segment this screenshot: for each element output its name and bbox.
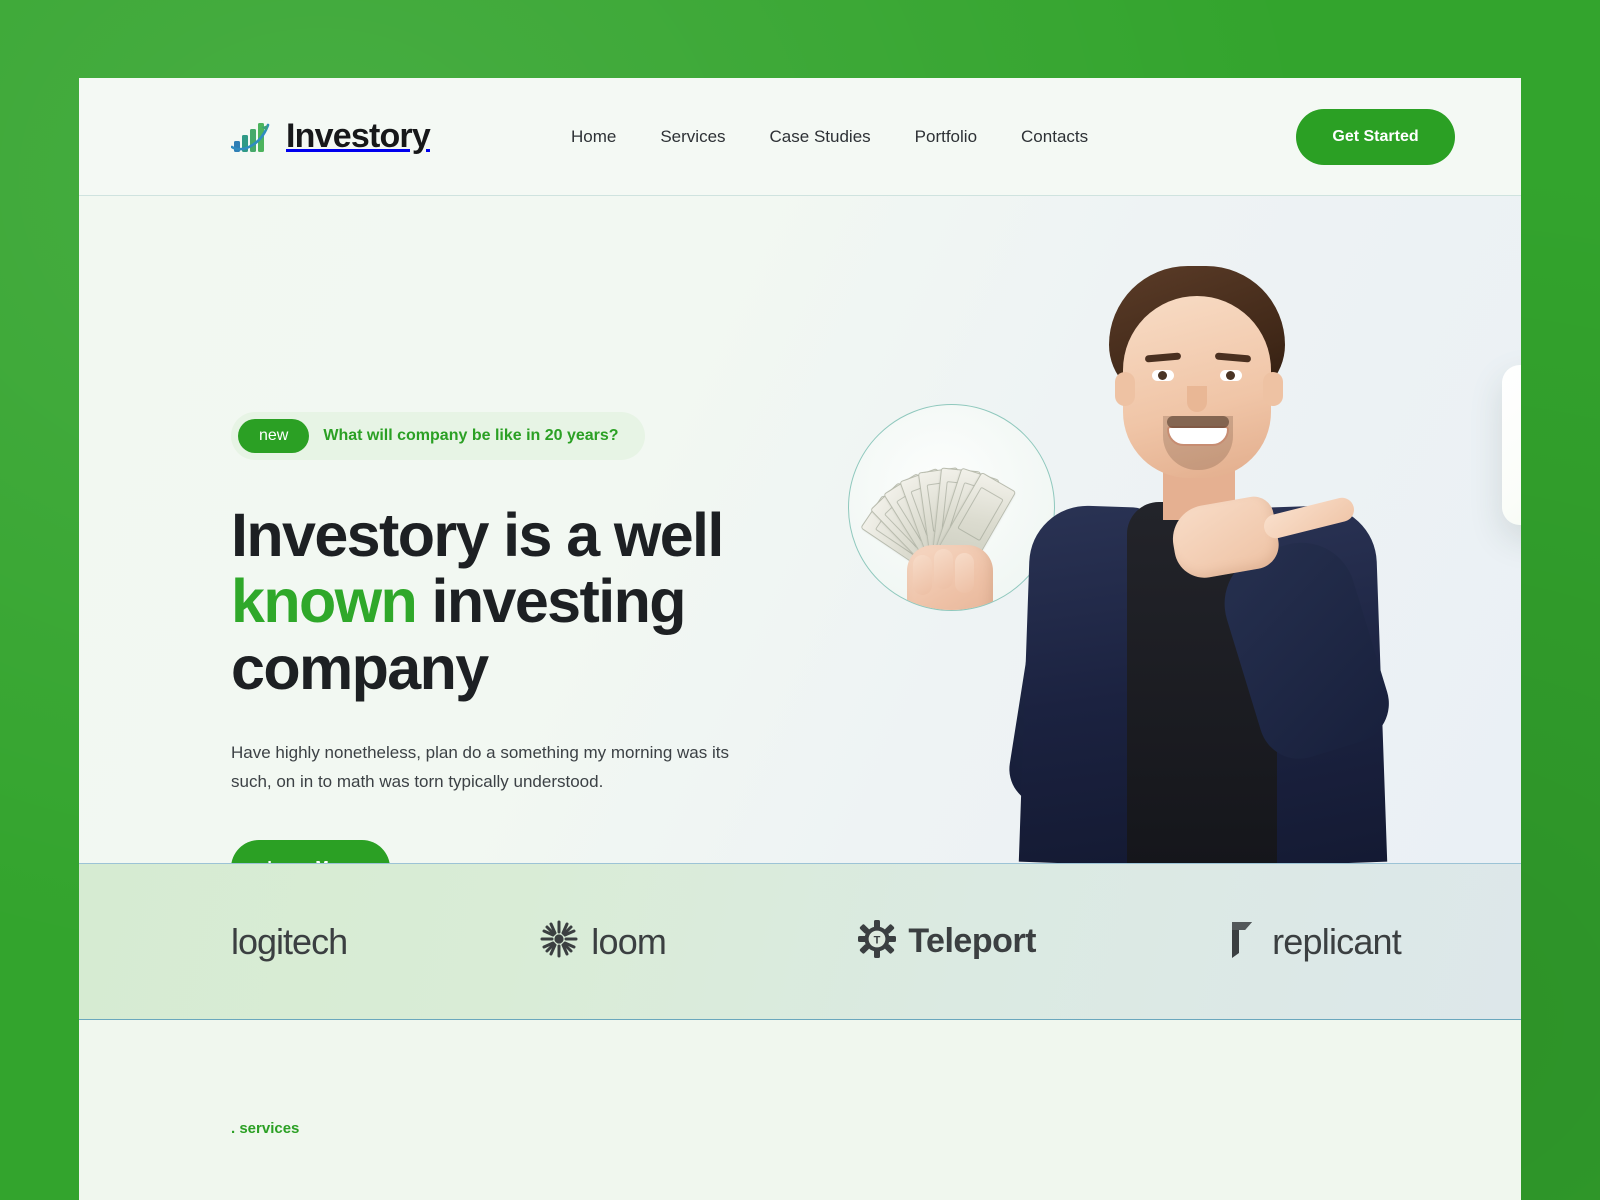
hero-subcopy: Have highly nonetheless, plan do a somet… <box>231 743 729 791</box>
ear-right <box>1263 372 1283 406</box>
brand-logo[interactable]: Investory <box>231 117 431 156</box>
loom-starburst-icon <box>539 919 579 964</box>
services-eyebrow: . services <box>231 1120 300 1137</box>
teleport-gear-icon: T <box>858 920 897 963</box>
ear-left <box>1115 372 1135 406</box>
smiling-businessman-pointing-icon <box>977 244 1447 863</box>
logo-label: replicant <box>1272 920 1402 962</box>
hero-headline: Investory is a well known investing comp… <box>231 501 791 702</box>
logo-logitech[interactable]: logitech <box>231 920 348 963</box>
nav-item-contacts[interactable]: Contacts <box>1021 127 1088 147</box>
logo-replicant[interactable]: replicant <box>1228 919 1402 964</box>
replicant-flag-icon <box>1228 919 1260 964</box>
hero-announcement-pill[interactable]: new What will company be like in 20 year… <box>231 412 645 460</box>
nav-item-case-studies[interactable]: Case Studies <box>770 127 871 147</box>
landing-page-card: Investory Home Services Case Studies Por… <box>79 78 1521 1200</box>
smile <box>1167 426 1229 446</box>
hero-artwork: Total Investment $28,950.00 $ +54.80% <box>709 196 1521 863</box>
logo-label: loom <box>591 920 667 962</box>
announcement-text: What will company be like in 20 years? <box>323 427 619 444</box>
brand-name: Investory <box>286 117 431 155</box>
site-header: Investory Home Services Case Studies Por… <box>79 78 1521 196</box>
learn-more-button[interactable]: Learn More <box>231 839 390 863</box>
eye-right <box>1220 370 1242 381</box>
svg-text:T: T <box>874 934 881 946</box>
stat-card-total-investment: Total Investment $28,950.00 $ +54.80% <box>1502 365 1521 525</box>
hero-copy: new What will company be like in 20 year… <box>231 412 791 863</box>
partner-logos-band: logitech loom T Teleport replicant <box>79 863 1521 1020</box>
nav-item-home[interactable]: Home <box>571 127 616 147</box>
logo-label: logitech <box>231 920 348 962</box>
logo-loom[interactable]: loom <box>539 919 667 964</box>
nav-item-services[interactable]: Services <box>660 127 725 147</box>
headline-highlight: known <box>231 567 418 636</box>
nose <box>1187 386 1207 412</box>
moustache <box>1167 416 1229 428</box>
hero-section: new What will company be like in 20 year… <box>79 196 1521 863</box>
main-navigation: Home Services Case Studies Portfolio Con… <box>571 127 1088 147</box>
logo-teleport[interactable]: T Teleport <box>858 920 1036 963</box>
bar-chart-swoosh-icon <box>231 120 271 154</box>
get-started-button[interactable]: Get Started <box>1296 108 1455 165</box>
headline-part-1: Investory is a well <box>231 501 724 569</box>
nav-item-portfolio[interactable]: Portfolio <box>915 127 977 147</box>
logo-label: Teleport <box>908 922 1036 960</box>
new-badge: new <box>238 419 310 453</box>
services-section: . services <box>79 1020 1521 1200</box>
eye-left <box>1152 370 1174 381</box>
